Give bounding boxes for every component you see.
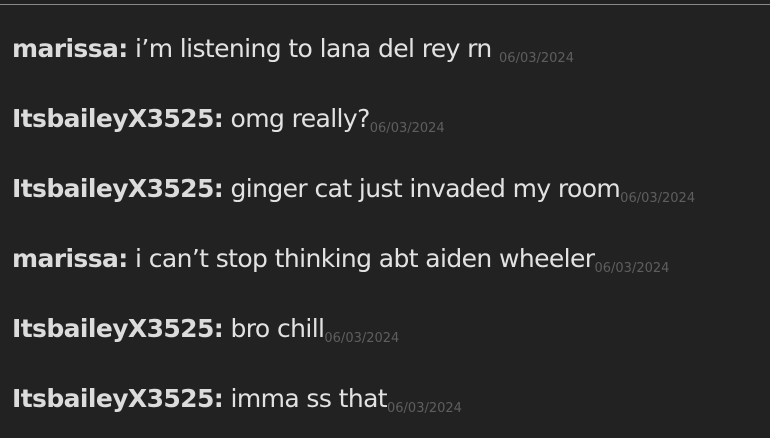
message-text: i’m listening to lana del rey rn [135, 34, 492, 63]
chat-message: ItsbaileyX3525: omg really?06/03/2024 [12, 99, 445, 139]
message-timestamp: 06/03/2024 [369, 121, 445, 136]
message-username: ItsbaileyX3525: [12, 384, 224, 413]
message-timestamp: 06/03/2024 [620, 191, 696, 206]
message-username: ItsbaileyX3525: [12, 104, 224, 133]
message-text: ginger cat just invaded my room [230, 174, 621, 203]
message-text: i can’t stop thinking abt aiden wheeler [135, 244, 595, 273]
chat-message: ItsbaileyX3525: ginger cat just invaded … [12, 169, 695, 209]
message-username: ItsbaileyX3525: [12, 314, 224, 343]
message-username: ItsbaileyX3525: [12, 174, 224, 203]
message-timestamp: 06/03/2024 [324, 331, 400, 346]
chat-message: marissa: i’m listening to lana del rey r… [12, 29, 574, 69]
message-timestamp: 06/03/2024 [499, 51, 574, 66]
chat-message: ItsbaileyX3525: bro chill06/03/2024 [12, 309, 399, 349]
message-timestamp: 06/03/2024 [594, 261, 670, 276]
chat-log: marissa: i’m listening to lana del rey r… [0, 0, 770, 438]
message-text: omg really? [230, 104, 371, 133]
message-username: marissa: [12, 244, 128, 273]
message-username: marissa: [12, 34, 128, 63]
message-text: imma ss that [230, 384, 388, 413]
message-text: bro chill [230, 314, 325, 343]
chat-message: marissa: i can’t stop thinking abt aiden… [12, 239, 669, 279]
message-timestamp: 06/03/2024 [387, 401, 462, 416]
top-divider [0, 4, 770, 5]
chat-message: ItsbaileyX3525: imma ss that06/03/2024 [12, 379, 462, 419]
